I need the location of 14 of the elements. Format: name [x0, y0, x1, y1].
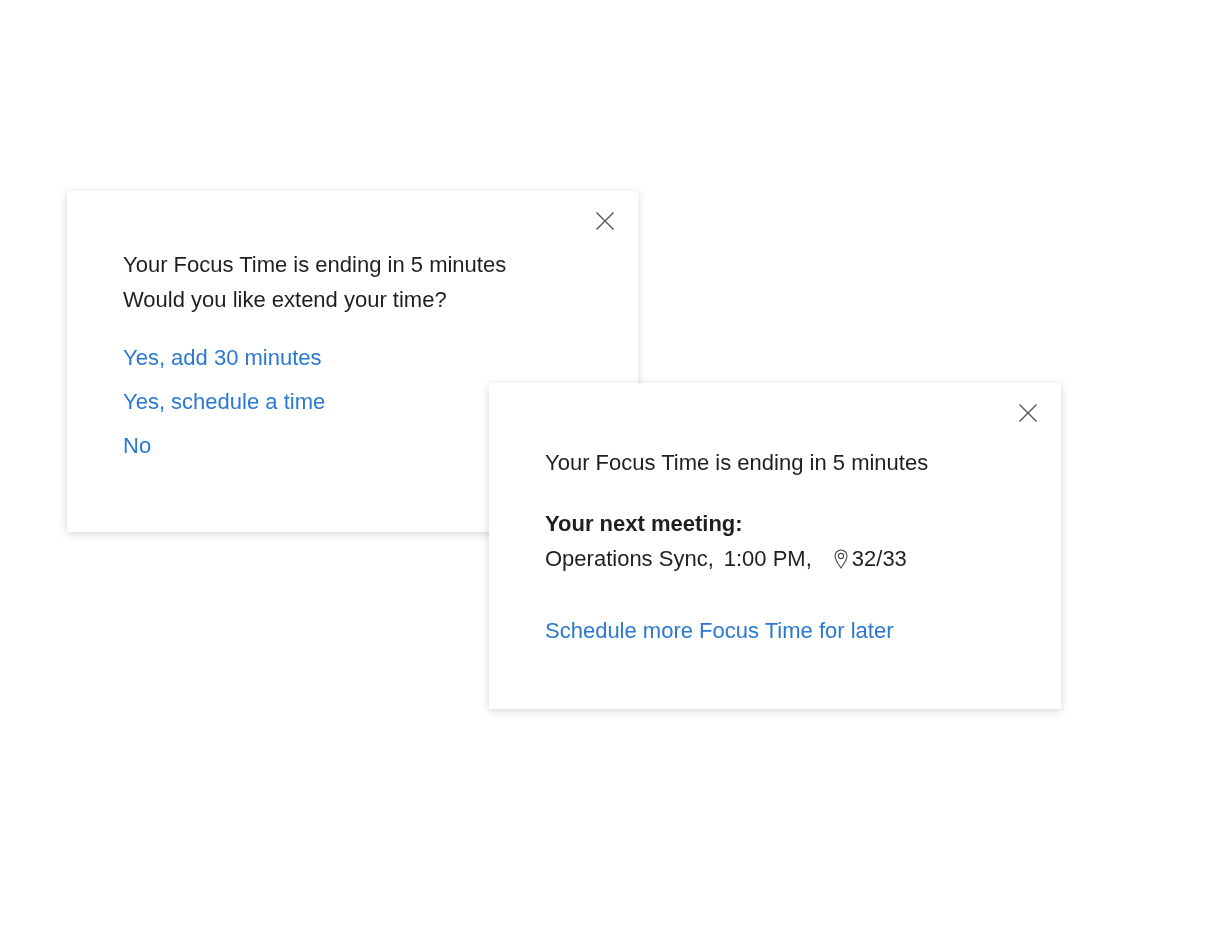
- meeting-time: 1:00 PM,: [723, 545, 812, 573]
- notification-message: Your Focus Time is ending in 5 minutes: [123, 251, 508, 279]
- notification-message: Your Focus Time is ending in 5 minutes: [545, 449, 930, 477]
- notification-message: Would you like extend your time?: [123, 286, 448, 314]
- action-link[interactable]: Yes, add 30 minutes: [123, 343, 322, 373]
- meeting-location: 32/33: [851, 545, 907, 573]
- meeting-title: Operations Sync,: [545, 545, 714, 573]
- close-icon[interactable]: [596, 212, 614, 230]
- action-link[interactable]: Yes, schedule a time: [123, 387, 326, 417]
- action-link[interactable]: Schedule more Focus Time for later: [545, 616, 894, 646]
- action-link[interactable]: No: [123, 431, 152, 461]
- location-pin-icon: [833, 548, 848, 569]
- close-icon[interactable]: [1019, 404, 1037, 422]
- meeting-heading: Your next meeting:: [545, 510, 744, 538]
